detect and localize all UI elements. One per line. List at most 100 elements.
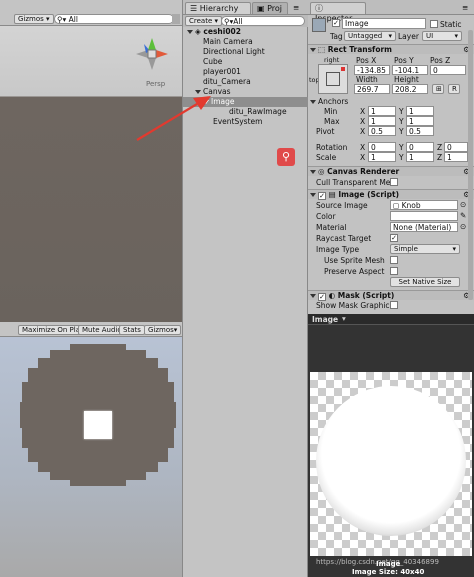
scene-gizmos-button[interactable]: Gizmos ▾ — [14, 14, 54, 24]
image-enabled-checkbox[interactable]: ✓ — [318, 192, 326, 200]
max-y-field[interactable]: 1 — [406, 116, 434, 126]
pos-z-field[interactable]: 0 — [430, 65, 466, 75]
scale-z-field[interactable]: 1 — [444, 152, 468, 162]
create-button[interactable]: Create ▾ — [185, 16, 223, 26]
active-checkbox[interactable]: ✓ — [332, 19, 340, 27]
min-x-axis-label: X — [360, 107, 366, 116]
anchors-text: Anchors — [318, 97, 349, 106]
annotation-arrow — [136, 96, 211, 141]
collapse-arrow-icon[interactable] — [310, 48, 316, 52]
scene-root-label: ceshi002 — [203, 27, 241, 36]
cull-transparent-checkbox[interactable] — [390, 178, 398, 186]
preview-menu-icon[interactable]: ▾ — [342, 314, 346, 323]
rotation-x-field[interactable]: 0 — [368, 142, 396, 152]
canvas-renderer-title: Canvas Renderer — [327, 167, 400, 176]
hierarchy-toolbar: Create ▾ ⚲▾All — [183, 15, 309, 27]
pos-y-field[interactable]: -104.1 — [392, 65, 428, 75]
object-name-field[interactable]: Image — [342, 18, 426, 29]
tab-inspector[interactable]: ⓘ Inspector — [310, 2, 366, 23]
scale-x-field[interactable]: 1 — [368, 152, 396, 162]
collapse-arrow-icon[interactable] — [310, 193, 316, 197]
create-label: Create — [189, 17, 213, 25]
static-checkbox[interactable] — [430, 20, 438, 28]
panel-menu-icon[interactable]: ≡ — [293, 3, 299, 12]
scene-scroll-handle[interactable] — [172, 14, 180, 24]
raw-edit-button[interactable]: R — [448, 84, 460, 94]
gameobject-icon — [312, 18, 326, 32]
hierarchy-item-label: Cube — [203, 57, 223, 66]
color-swatch[interactable] — [390, 211, 458, 221]
pivot-x-field[interactable]: 0.5 — [368, 126, 396, 136]
use-sprite-mesh-checkbox[interactable] — [390, 256, 398, 264]
max-x-field[interactable]: 1 — [368, 116, 396, 126]
scale-y-field[interactable]: 1 — [406, 152, 434, 162]
expand-arrow-icon[interactable] — [187, 30, 193, 34]
source-image-label: Source Image — [316, 201, 368, 210]
eyedropper-icon[interactable]: ✎ — [460, 211, 466, 220]
tab-project[interactable]: ▣ Proj — [252, 2, 288, 14]
scene-root-row[interactable]: ◈ ceshi002 — [183, 27, 307, 37]
mask-enabled-checkbox[interactable]: ✓ — [318, 293, 326, 301]
tab-project-label: Proj — [267, 4, 283, 13]
rect-transform-header[interactable]: ⬚ Rect Transform ⚙ — [308, 44, 474, 54]
hierarchy-item-cube[interactable]: Cube — [183, 57, 327, 67]
object-picker-icon[interactable]: ⊙ — [460, 200, 466, 209]
preview-title: Image — [312, 315, 339, 324]
material-field[interactable]: None (Material) — [390, 222, 458, 232]
hierarchy-item-player001[interactable]: player001 — [183, 67, 327, 77]
game-view[interactable]: Maximize On Play Mute Audio Stats Gizmos… — [0, 322, 182, 577]
scene-view[interactable]: Gizmos ▾ ⚲▾ All Persp — [0, 0, 182, 322]
expand-arrow-icon[interactable] — [310, 100, 316, 104]
source-image-field[interactable]: ◻ Knob — [390, 200, 458, 210]
anchors-label[interactable]: Anchors — [310, 97, 348, 106]
max-x-axis-label: X — [360, 117, 366, 126]
show-mask-graphic-checkbox[interactable] — [390, 301, 398, 309]
hierarchy-search-input[interactable]: ⚲▾All — [221, 16, 305, 26]
pos-x-field[interactable]: -134.85 — [354, 65, 390, 75]
hierarchy-icon: ☰ — [190, 4, 200, 13]
orientation-gizmo[interactable] — [132, 34, 172, 74]
blueprint-mode-button[interactable]: ⊞ — [432, 84, 444, 94]
width-field[interactable]: 269.7 — [354, 84, 390, 94]
hierarchy-item-main-camera[interactable]: Main Camera — [183, 37, 327, 47]
tab-hierarchy[interactable]: ☰ Hierarchy — [185, 2, 251, 14]
min-y-axis-label: Y — [399, 107, 404, 116]
image-type-dropdown[interactable]: Simple ▾ — [390, 244, 460, 254]
pivot-x-axis-label: X — [360, 127, 366, 136]
layer-dropdown[interactable]: UI ▾ — [422, 31, 462, 41]
tag-dropdown[interactable]: Untagged ▾ — [344, 31, 396, 41]
hierarchy-item-directional-light[interactable]: Directional Light — [183, 47, 327, 57]
rotation-y-field[interactable]: 0 — [406, 142, 434, 152]
collapse-arrow-icon[interactable] — [310, 170, 316, 174]
search-badge-icon[interactable]: ⚲ — [277, 148, 295, 166]
min-x-field[interactable]: 1 — [368, 106, 396, 116]
scene-search-input[interactable]: ⚲▾ All — [54, 14, 174, 24]
game-gizmos-button[interactable]: Gizmos▾ — [144, 325, 182, 335]
project-icon: ▣ — [257, 4, 268, 13]
rect-transform-title: Rect Transform — [327, 45, 392, 54]
collapse-arrow-icon[interactable] — [310, 294, 316, 298]
inspector-scrollbar[interactable] — [468, 30, 473, 300]
rotation-z-field[interactable]: 0 — [444, 142, 468, 152]
script-icon: ▤ — [328, 190, 336, 199]
set-native-size-button[interactable]: Set Native Size — [390, 277, 460, 287]
image-script-header[interactable]: ✓ ▤ Image (Script) ⚙ — [308, 189, 474, 200]
rotation-label: Rotation — [316, 143, 348, 152]
pivot-y-axis-label: Y — [399, 127, 404, 136]
persp-label: Persp — [146, 80, 166, 88]
info-icon: ⓘ — [315, 4, 323, 13]
pivot-y-field[interactable]: 0.5 — [406, 126, 434, 136]
stats-button[interactable]: Stats — [119, 325, 145, 335]
height-field[interactable]: 208.2 — [392, 84, 428, 94]
canvas-renderer-header[interactable]: ◎ Canvas Renderer ⚙ — [308, 166, 474, 176]
object-picker-icon[interactable]: ⊙ — [460, 222, 466, 231]
panel-menu-icon[interactable]: ≡ — [462, 3, 468, 12]
min-y-field[interactable]: 1 — [406, 106, 434, 116]
preserve-aspect-checkbox[interactable] — [390, 267, 398, 275]
anchor-preset-button[interactable] — [318, 64, 348, 94]
hierarchy-item-ditu-camera[interactable]: ditu_Camera — [183, 77, 327, 87]
raycast-target-label: Raycast Target — [316, 234, 372, 243]
raycast-target-checkbox[interactable]: ✓ — [390, 234, 398, 242]
mask-script-header[interactable]: ✓ ◐ Mask (Script) ⚙ — [308, 290, 474, 301]
show-mask-graphic-label: Show Mask Graphic — [316, 301, 390, 310]
